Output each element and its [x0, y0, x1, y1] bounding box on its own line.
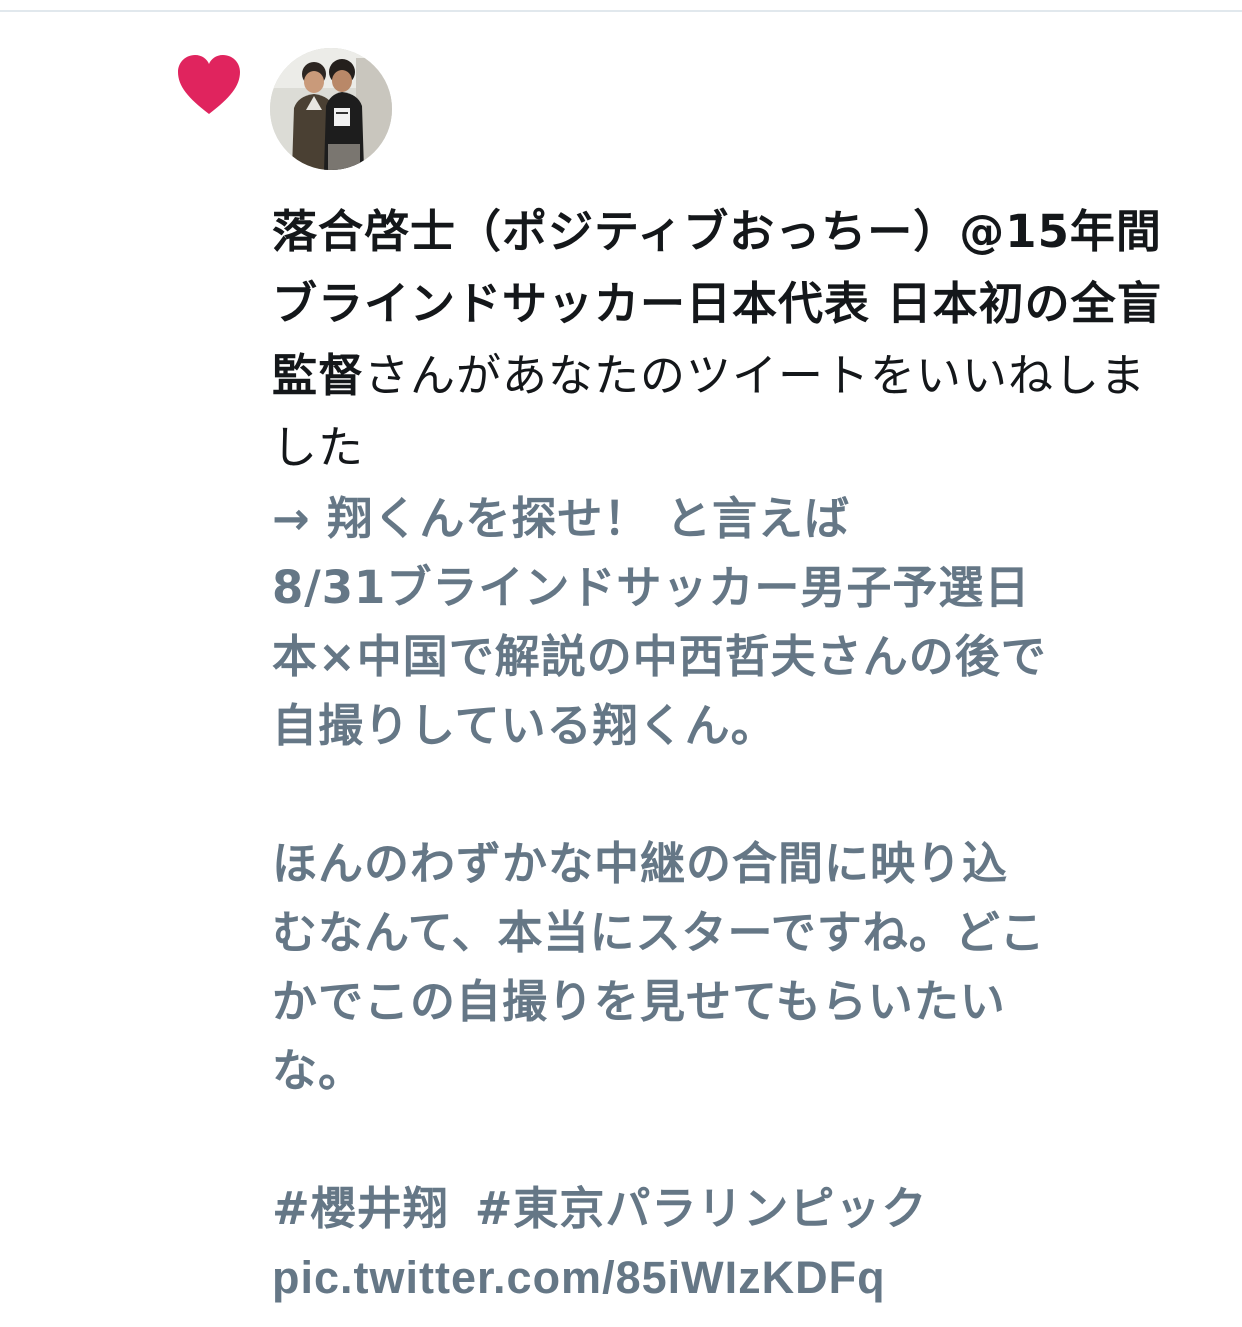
tweet-line: 本×中国で解説の中西哲夫さんの後で [272, 630, 1047, 683]
hashtag-line: #櫻井翔 #東京パラリンピック [272, 1174, 1192, 1243]
tweet-line: ほんのわずかな中継の合間に映り込 [272, 837, 1009, 890]
tweet-line: 8/31ブラインドサッカー男子予選日 [272, 561, 1031, 614]
tweet-line: な。 [272, 1044, 365, 1097]
hashtag-link[interactable]: #櫻井翔 [272, 1182, 449, 1235]
like-notification[interactable]: 落合啓士（ポジティブおっちー）@15年間ブラインドサッカー日本代表 日本初の全盲… [0, 0, 1242, 1327]
tweet-line: → 翔くんを探せ！ と言えば [272, 492, 851, 545]
heart-icon [178, 55, 240, 114]
avatar-photo [270, 48, 392, 170]
avatar[interactable] [270, 48, 392, 170]
tweet-preview[interactable]: → 翔くんを探せ！ と言えば 8/31ブラインドサッカー男子予選日 本×中国で解… [272, 484, 1192, 1312]
notification-headline: 落合啓士（ポジティブおっちー）@15年間ブラインドサッカー日本代表 日本初の全盲… [272, 196, 1192, 484]
action-text: さんがあなたのツイートをいいねしました [272, 349, 1147, 474]
media-link[interactable]: pic.twitter.com/85iWIzKDFq [272, 1243, 1192, 1312]
tweet-line: 自撮りしている翔くん。 [272, 699, 777, 752]
tweet-line: かでこの自撮りを見せてもらいたい [272, 975, 1006, 1028]
hashtag-link[interactable]: #東京パラリンピック [475, 1182, 928, 1235]
tweet-line: むなんて、本当にスターですね。どこ [272, 906, 1046, 959]
